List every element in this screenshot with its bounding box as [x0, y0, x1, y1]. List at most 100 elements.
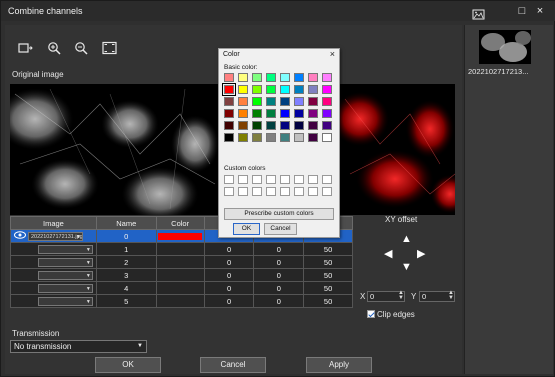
custom-color-swatch[interactable] — [294, 175, 304, 184]
arrow-up-icon[interactable]: ▲ — [401, 233, 412, 245]
custom-color-swatch[interactable] — [224, 175, 234, 184]
image-cell[interactable]: ▼ — [10, 268, 97, 282]
x-cell[interactable]: 0 — [203, 294, 255, 308]
basic-color-swatch[interactable] — [322, 85, 332, 94]
y-cell[interactable]: 0 — [253, 255, 305, 269]
zoom-out-icon[interactable] — [74, 41, 90, 55]
basic-color-swatch[interactable] — [280, 121, 290, 130]
brightness-cell[interactable]: 50 — [303, 255, 353, 269]
header-name[interactable]: Name — [95, 216, 157, 230]
brightness-cell[interactable]: 50 — [303, 281, 353, 295]
basic-color-swatch[interactable] — [322, 97, 332, 106]
basic-color-swatch[interactable] — [280, 73, 290, 82]
basic-color-swatch[interactable] — [322, 121, 332, 130]
custom-color-swatch[interactable] — [252, 175, 262, 184]
x-cell[interactable]: 0 — [203, 281, 255, 295]
image-select[interactable]: ▼ — [37, 270, 93, 280]
brightness-cell[interactable]: 50 — [303, 294, 353, 308]
basic-color-swatch[interactable] — [308, 121, 318, 130]
custom-color-swatch[interactable] — [308, 175, 318, 184]
arrow-left-icon[interactable]: ◀ — [384, 247, 392, 260]
custom-color-swatch[interactable] — [308, 187, 318, 196]
x-offset-spinner[interactable]: ▲ ▼ — [398, 290, 404, 301]
fullscreen-icon[interactable] — [102, 41, 118, 55]
image-icon[interactable] — [472, 9, 485, 22]
y-cell[interactable]: 0 — [253, 268, 305, 282]
table-row[interactable]: ▼ 3 0 0 50 — [10, 268, 353, 282]
brightness-cell[interactable]: 50 — [303, 242, 353, 256]
thumbnail-image[interactable] — [479, 30, 531, 64]
basic-color-swatch[interactable] — [224, 97, 234, 106]
basic-color-swatch[interactable] — [238, 97, 248, 106]
basic-color-swatch[interactable] — [266, 73, 276, 82]
name-cell[interactable]: 1 — [95, 242, 157, 256]
header-image[interactable]: Image — [10, 216, 97, 230]
name-cell[interactable]: 5 — [95, 294, 157, 308]
basic-color-swatch[interactable] — [294, 121, 304, 130]
cancel-button[interactable]: Cancel — [200, 357, 266, 373]
color-cell[interactable] — [155, 281, 205, 295]
name-cell[interactable]: 0 — [95, 229, 157, 243]
arrow-right-icon[interactable]: ▶ — [417, 247, 425, 260]
basic-color-swatch[interactable] — [224, 121, 234, 130]
image-cell[interactable]: ▼ — [10, 294, 97, 308]
image-cell[interactable]: ▼ — [10, 281, 97, 295]
image-select[interactable]: ▼ — [37, 244, 93, 254]
basic-color-swatch[interactable] — [294, 109, 304, 118]
basic-color-swatch[interactable] — [308, 133, 318, 142]
basic-color-swatch[interactable] — [238, 121, 248, 130]
y-cell[interactable]: 0 — [253, 242, 305, 256]
x-cell[interactable]: 0 — [203, 268, 255, 282]
color-cell[interactable] — [155, 255, 205, 269]
basic-color-swatch[interactable] — [280, 109, 290, 118]
basic-color-swatch[interactable] — [280, 133, 290, 142]
basic-color-swatch[interactable] — [280, 97, 290, 106]
basic-color-swatch[interactable] — [238, 133, 248, 142]
eye-icon[interactable] — [14, 231, 28, 241]
custom-color-swatch[interactable] — [238, 175, 248, 184]
image-select[interactable]: ▼ — [37, 296, 93, 306]
name-cell[interactable]: 3 — [95, 268, 157, 282]
basic-color-swatch[interactable] — [294, 133, 304, 142]
basic-color-swatch[interactable] — [266, 97, 276, 106]
table-row[interactable]: ▼ 4 0 0 50 — [10, 281, 353, 295]
image-select[interactable]: ▼ — [37, 257, 93, 267]
basic-color-swatch[interactable] — [294, 85, 304, 94]
image-cell[interactable]: 20221027172131.jpg ▼ — [10, 229, 97, 243]
brightness-cell[interactable]: 50 — [303, 268, 353, 282]
basic-color-swatch[interactable] — [238, 85, 248, 94]
color-cell[interactable] — [155, 294, 205, 308]
basic-color-swatch[interactable] — [238, 73, 248, 82]
y-cell[interactable]: 0 — [253, 294, 305, 308]
transmission-select[interactable]: No transmission ▼ — [10, 340, 147, 353]
basic-color-swatch[interactable] — [222, 83, 236, 96]
color-cancel-button[interactable]: Cancel — [264, 223, 297, 235]
fit-window-icon[interactable] — [18, 41, 34, 55]
basic-color-swatch[interactable] — [252, 85, 262, 94]
custom-color-swatch[interactable] — [280, 187, 290, 196]
basic-color-swatch[interactable] — [266, 85, 276, 94]
apply-button[interactable]: Apply — [306, 357, 372, 373]
basic-color-swatch[interactable] — [322, 109, 332, 118]
arrow-down-icon[interactable]: ▼ — [401, 261, 412, 273]
basic-color-swatch[interactable] — [322, 73, 332, 82]
color-ok-button[interactable]: OK — [233, 223, 260, 235]
basic-color-swatch[interactable] — [280, 85, 290, 94]
basic-color-swatch[interactable] — [266, 109, 276, 118]
color-swatch[interactable] — [158, 233, 203, 241]
custom-color-swatch[interactable] — [294, 187, 304, 196]
basic-color-swatch[interactable] — [266, 133, 276, 142]
maximize-button[interactable]: □ — [515, 4, 529, 18]
basic-color-swatch[interactable] — [252, 97, 262, 106]
basic-color-swatch[interactable] — [224, 133, 234, 142]
custom-color-swatch[interactable] — [238, 187, 248, 196]
y-cell[interactable]: 0 — [253, 281, 305, 295]
custom-color-swatch[interactable] — [266, 175, 276, 184]
basic-color-swatch[interactable] — [266, 121, 276, 130]
clip-edges-checkbox[interactable] — [367, 310, 375, 318]
table-row[interactable]: ▼ 1 0 0 50 — [10, 242, 353, 256]
basic-color-swatch[interactable] — [224, 109, 234, 118]
basic-color-swatch[interactable] — [252, 73, 262, 82]
custom-color-swatch[interactable] — [322, 175, 332, 184]
color-cell[interactable] — [155, 229, 205, 243]
